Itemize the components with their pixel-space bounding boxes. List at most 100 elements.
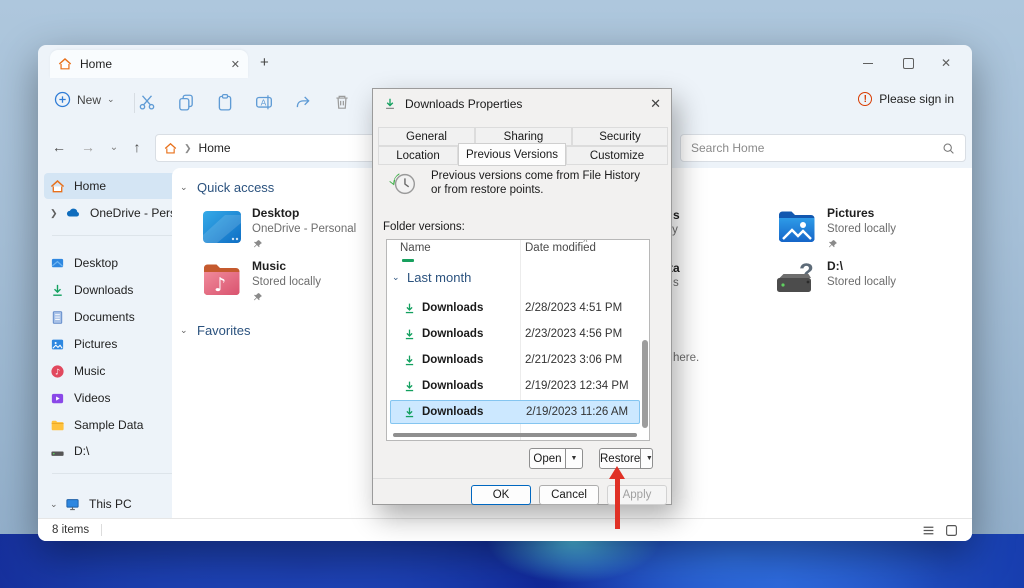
sidebar-item-home[interactable]: Home <box>44 173 188 199</box>
group-quick-access[interactable]: ⌄ Quick access <box>180 180 274 195</box>
back-button[interactable]: ← <box>46 134 72 160</box>
close-button[interactable]: ✕ <box>926 51 966 75</box>
tab-customize[interactable]: Customize <box>566 146 668 165</box>
ok-label: OK <box>492 489 510 501</box>
drive-big-icon[interactable]: ? <box>775 258 819 302</box>
tile-subtitle: Stored locally <box>827 223 897 235</box>
new-button[interactable]: New ⌄ <box>54 91 117 108</box>
list-horizontal-scrollbar[interactable] <box>393 433 637 437</box>
sidebar-label: Sample Data <box>74 418 144 432</box>
sidebar-item-this-pc[interactable]: ⌄ This PC <box>44 491 188 517</box>
sidebar-divider <box>52 235 180 236</box>
tab-home[interactable]: Home ✕ <box>50 50 248 78</box>
status-bar: 8 items <box>38 518 972 541</box>
tile-pictures[interactable]: Pictures Stored locally <box>827 206 896 250</box>
desktop-big-icon[interactable] <box>200 205 244 249</box>
items-count: 8 items <box>52 524 90 536</box>
large-icons-view-icon[interactable] <box>945 524 958 537</box>
tab-previous-versions[interactable]: Previous Versions <box>458 143 566 166</box>
download-icon <box>403 302 416 315</box>
sidebar-label: Desktop <box>74 256 119 270</box>
expand-chevron-icon[interactable]: ❯ <box>50 208 60 219</box>
sidebar-item-onedrive[interactable]: ❯ OneDrive - Personal <box>44 200 188 226</box>
copy-button[interactable] <box>173 89 199 115</box>
tab-label: Sharing <box>503 130 544 143</box>
maximize-button[interactable] <box>888 51 928 75</box>
minimize-button[interactable] <box>848 51 888 75</box>
up-button[interactable]: ↑ <box>124 134 150 160</box>
chevron-down-icon: ⌄ <box>180 325 188 335</box>
version-name: Downloads <box>422 302 484 314</box>
svg-text:♪: ♪ <box>55 367 60 376</box>
sidebar-item-pictures[interactable]: Pictures <box>44 331 188 357</box>
sidebar-item-music[interactable]: ♪ Music <box>44 358 188 384</box>
new-tab-button[interactable]: + <box>260 54 269 71</box>
share-button[interactable] <box>290 89 316 115</box>
version-row[interactable]: Downloads 2/19/2023 12:34 PM <box>390 374 640 398</box>
pin-icon <box>252 292 321 303</box>
tile-d-drive[interactable]: D:\ Stored locally <box>827 259 896 288</box>
sidebar-item-d-drive[interactable]: D:\ <box>44 438 188 464</box>
sidebar-item-downloads[interactable]: Downloads <box>44 277 188 303</box>
sidebar-item-videos[interactable]: Videos <box>44 385 188 411</box>
sidebar-label: Videos <box>74 391 111 405</box>
search-input[interactable]: Search Home <box>680 134 966 162</box>
download-icon <box>403 406 416 419</box>
sidebar-item-sample-data[interactable]: Sample Data <box>44 412 188 438</box>
tab-label: General <box>406 130 447 143</box>
delete-button[interactable] <box>329 89 355 115</box>
dialog-close-icon[interactable]: ✕ <box>650 96 661 112</box>
chevron-down-icon: ⌄ <box>107 94 115 104</box>
details-view-icon[interactable] <box>922 524 935 537</box>
signin-button[interactable]: ! Please sign in <box>858 92 954 106</box>
dialog-title-bar: Downloads Properties ✕ <box>373 89 671 119</box>
videos-icon <box>50 391 65 406</box>
cut-button[interactable] <box>134 89 160 115</box>
trash-icon <box>336 95 348 109</box>
version-row-selected[interactable]: Downloads 2/19/2023 11:26 AM <box>390 400 640 424</box>
sort-ascending-icon: ˄ <box>583 239 588 245</box>
tile-music[interactable]: Music Stored locally <box>252 259 321 303</box>
pictures-big-icon[interactable] <box>775 205 819 249</box>
sidebar-label: OneDrive - Personal <box>90 206 178 220</box>
group-favorites[interactable]: ⌄ Favorites <box>180 323 250 338</box>
open-dropdown-icon[interactable]: ▼ <box>565 449 582 468</box>
downloads-properties-dialog: Downloads Properties ✕ General Sharing S… <box>372 88 672 505</box>
chevron-down-icon: ⌄ <box>392 272 400 282</box>
forward-button[interactable]: → <box>75 134 101 160</box>
favorites-empty-text-fragment: here. <box>673 352 700 364</box>
collapse-chevron-icon[interactable]: ⌄ <box>50 499 60 510</box>
music-big-icon[interactable]: ♪ <box>200 258 244 302</box>
cancel-label: Cancel <box>551 489 587 501</box>
version-row[interactable]: Downloads 2/23/2023 4:56 PM <box>390 322 640 346</box>
tile-title: Music <box>252 259 287 273</box>
sidebar-item-documents[interactable]: Documents <box>44 304 188 330</box>
column-header-name[interactable]: Name <box>400 242 431 254</box>
open-button[interactable]: Open ▼ <box>529 448 583 469</box>
tab-security[interactable]: Security <box>572 127 668 146</box>
list-vertical-scrollbar[interactable] <box>642 340 648 428</box>
ok-button[interactable]: OK <box>471 485 531 505</box>
home-icon <box>164 142 177 155</box>
group-last-month[interactable]: ⌄ Last month <box>392 270 471 285</box>
rename-button[interactable]: A <box>251 89 277 115</box>
breadcrumb-separator-icon: ❯ <box>184 142 192 153</box>
tab-location[interactable]: Location <box>378 146 458 165</box>
home-icon <box>58 57 72 71</box>
cancel-button[interactable]: Cancel <box>539 485 599 505</box>
new-button-label: New <box>77 92 102 107</box>
restore-dropdown-icon[interactable]: ▼ <box>640 449 657 468</box>
tile-desktop[interactable]: Desktop OneDrive - Personal <box>252 206 356 250</box>
tile-subtitle: Stored locally <box>827 276 897 288</box>
version-row[interactable]: Downloads 2/21/2023 3:06 PM <box>390 348 640 372</box>
download-icon <box>403 328 416 341</box>
plus-circle-icon <box>54 91 71 108</box>
version-row[interactable]: Downloads 2/28/2023 4:51 PM <box>390 296 640 320</box>
tab-close-icon[interactable]: ✕ <box>231 58 240 71</box>
sidebar-label: This PC <box>89 497 132 511</box>
folder-versions-list[interactable]: Name Date modified ˄ ⌄ Last month Downlo… <box>386 239 650 441</box>
paste-button[interactable] <box>212 89 238 115</box>
sidebar-item-desktop[interactable]: Desktop <box>44 250 188 276</box>
restore-button[interactable]: Restore ▼ <box>599 448 653 469</box>
tab-label: Security <box>599 130 641 143</box>
